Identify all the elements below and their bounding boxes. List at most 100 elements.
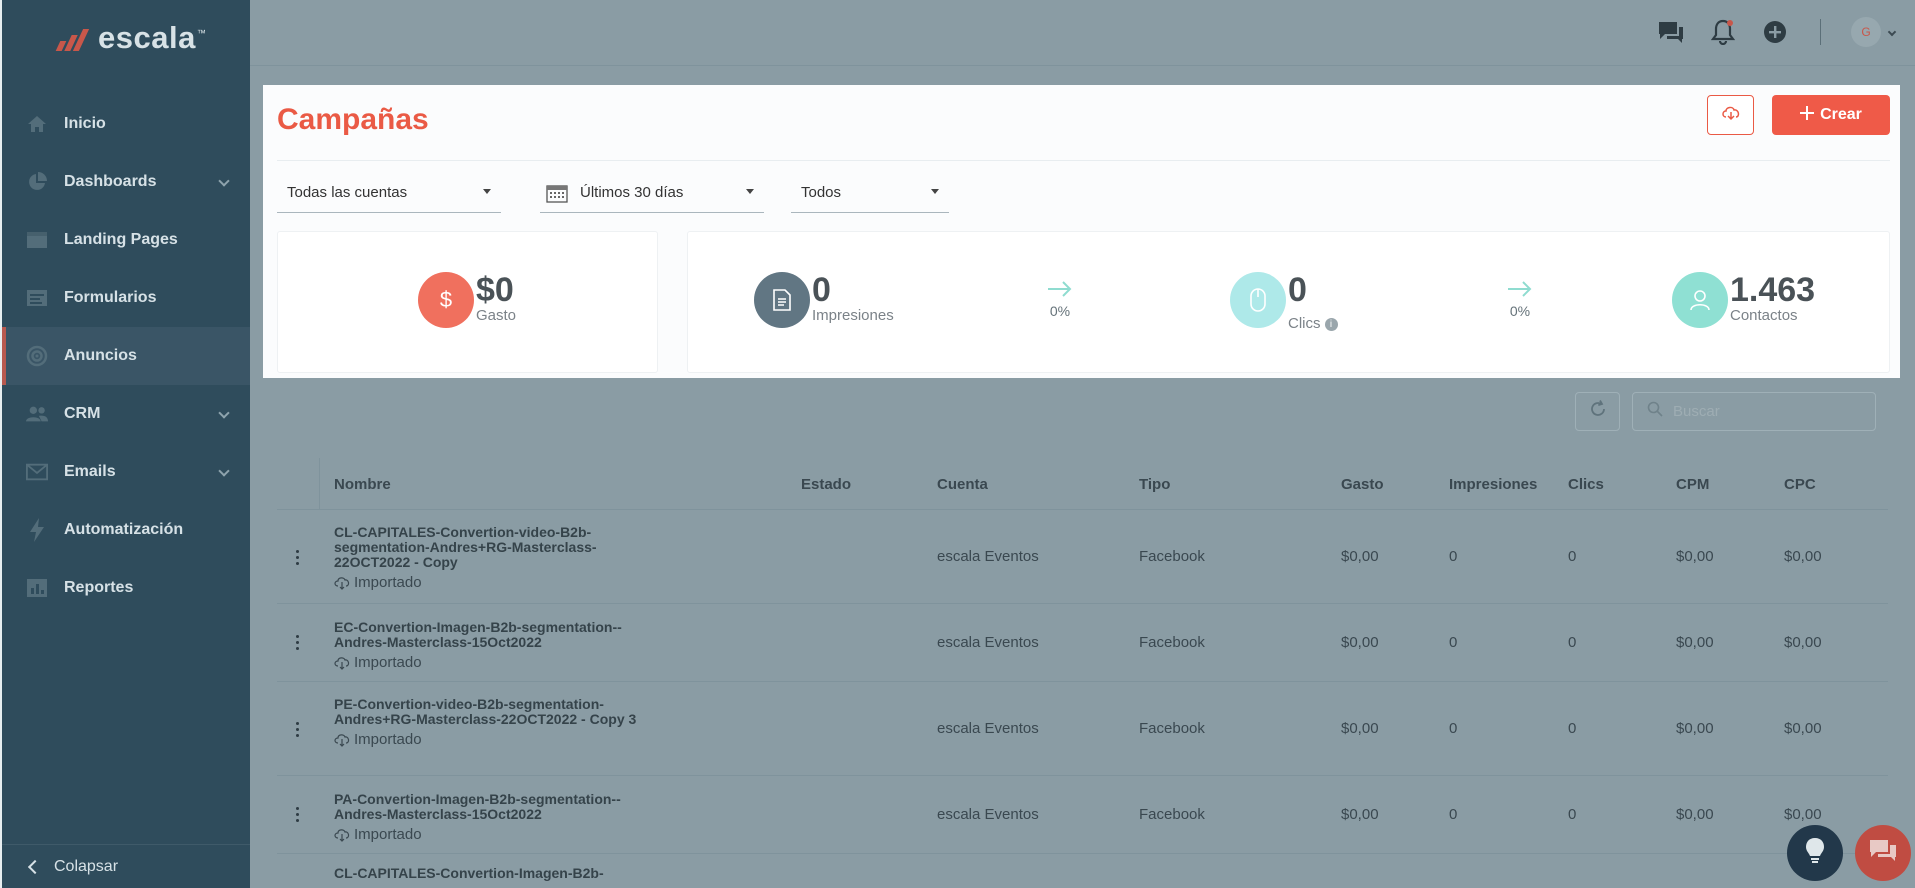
chat-icon[interactable] <box>1656 17 1686 47</box>
cell-cpc: $0,00 <box>1784 548 1822 565</box>
table-header: Nombre Estado Cuenta Tipo Gasto Impresio… <box>277 458 1888 510</box>
table-row[interactable]: PE-Convertion-video-B2b-segmentation-And… <box>277 682 1888 776</box>
cell-type: Facebook <box>1139 548 1205 565</box>
collapse-sidebar-button[interactable]: Colapsar <box>2 844 250 888</box>
top-header: G <box>250 0 1915 66</box>
clicks-label-text: Clics <box>1288 315 1321 332</box>
brand-logo[interactable]: escala ™ <box>54 20 206 56</box>
spend-stat: $ $0 Gasto <box>418 272 516 328</box>
row-menu-icon[interactable] <box>296 550 300 568</box>
cell-type: Facebook <box>1139 720 1205 737</box>
spend-value: $0 <box>476 271 514 309</box>
cell-spend: $0,00 <box>1341 548 1379 565</box>
column-header-spend[interactable]: Gasto <box>1341 476 1384 493</box>
cell-account: escala Eventos <box>937 548 1039 565</box>
column-header-account[interactable]: Cuenta <box>937 476 988 493</box>
mouse-icon <box>1230 272 1286 328</box>
cell-cpc: $0,00 <box>1784 634 1822 651</box>
campaign-name[interactable]: CL-CAPITALES-Convertion-Imagen-B2b- <box>334 866 654 881</box>
pie-chart-icon <box>26 172 48 192</box>
sidebar-item-crm[interactable]: CRM <box>2 385 250 443</box>
avatar-initial: G <box>1861 25 1871 39</box>
sidebar-item-landing-pages[interactable]: Landing Pages <box>2 211 250 269</box>
imported-label: Importado <box>354 826 422 843</box>
create-campaign-button[interactable]: Crear <box>1772 95 1890 135</box>
row-menu-icon[interactable] <box>296 635 300 653</box>
logo-mark-icon <box>54 23 94 53</box>
campaign-name[interactable]: PE-Convertion-video-B2b-segmentation-And… <box>334 697 654 748</box>
campaign-name[interactable]: PA-Convertion-Imagen-B2b-segmentation--A… <box>334 791 654 843</box>
caret-down-icon <box>483 189 491 194</box>
sidebar-item-formularios[interactable]: Formularios <box>2 269 250 327</box>
sidebar-item-anuncios[interactable]: Anuncios <box>2 327 250 385</box>
row-menu-icon[interactable] <box>296 722 300 740</box>
table-row[interactable]: EC-Convertion-Imagen-B2b-segmentation--A… <box>277 604 1888 682</box>
table-row[interactable]: PA-Convertion-Imagen-B2b-segmentation--A… <box>277 776 1888 854</box>
cell-clicks: 0 <box>1568 548 1577 565</box>
plus-circle-icon[interactable] <box>1760 17 1790 47</box>
status-filter-select[interactable]: Todos <box>791 173 949 213</box>
cell-spend: $0,00 <box>1341 634 1379 651</box>
table-row[interactable]: CL-CAPITALES-Convertion-video-B2b-segmen… <box>277 510 1888 604</box>
chevron-down-icon[interactable] <box>1887 27 1897 37</box>
cell-impressions: 0 <box>1449 720 1458 737</box>
cell-clicks: 0 <box>1568 634 1577 651</box>
column-header-cpm[interactable]: CPM <box>1676 476 1709 493</box>
imported-label: Importado <box>354 574 422 591</box>
home-icon <box>26 114 48 134</box>
document-icon <box>754 272 810 328</box>
chevron-down-icon <box>218 407 230 419</box>
clicks-to-contacts: 0% <box>1500 280 1540 319</box>
calendar-icon <box>546 183 568 203</box>
campaign-name[interactable]: CL-CAPITALES-Convertion-video-B2b-segmen… <box>334 524 654 591</box>
campaigns-table: Nombre Estado Cuenta Tipo Gasto Impresio… <box>277 458 1888 888</box>
cell-type: Facebook <box>1139 806 1205 823</box>
cloud-download-icon <box>334 656 350 670</box>
column-header-name[interactable]: Nombre <box>334 476 391 493</box>
search-input[interactable] <box>1673 403 1853 420</box>
avatar[interactable]: G <box>1851 17 1881 47</box>
page-title: Campañas <box>277 103 429 136</box>
table-row[interactable]: CL-CAPITALES-Convertion-Imagen-B2b- <box>277 854 1888 888</box>
imported-badge: Importado <box>334 575 654 590</box>
svg-text:$: $ <box>440 288 452 312</box>
imported-badge: Importado <box>334 655 654 670</box>
tips-button[interactable] <box>1787 825 1843 881</box>
refresh-icon <box>1588 399 1608 424</box>
sidebar-item-label: Dashboards <box>64 173 157 190</box>
campaign-name[interactable]: EC-Convertion-Imagen-B2b-segmentation--A… <box>334 620 654 671</box>
column-header-type[interactable]: Tipo <box>1139 476 1170 493</box>
column-header-clicks[interactable]: Clics <box>1568 476 1604 493</box>
clicks-value: 0 <box>1288 271 1307 309</box>
search-box <box>1632 392 1876 431</box>
row-menu-icon[interactable] <box>296 807 300 825</box>
live-chat-button[interactable] <box>1855 825 1911 881</box>
bell-icon[interactable] <box>1708 17 1738 47</box>
arrow-right-icon <box>1046 281 1074 302</box>
chat-bubbles-icon <box>1868 838 1898 869</box>
impressions-to-clicks-rate: 0% <box>1049 303 1071 319</box>
sidebar-item-emails[interactable]: Emails <box>2 443 250 501</box>
date-range-select[interactable]: Últimos 30 días <box>540 173 764 213</box>
cell-impressions: 0 <box>1449 806 1458 823</box>
column-header-impressions[interactable]: Impresiones <box>1449 476 1537 493</box>
sidebar-item-label: Emails <box>64 463 116 480</box>
campaign-name-text: PA-Convertion-Imagen-B2b-segmentation--A… <box>334 791 621 822</box>
campaign-name-text: CL-CAPITALES-Convertion-video-B2b-segmen… <box>334 524 597 570</box>
account-filter-select[interactable]: Todas las cuentas <box>277 173 501 213</box>
sidebar-item-dashboards[interactable]: Dashboards <box>2 153 250 211</box>
brand-tm: ™ <box>196 28 206 38</box>
refresh-button[interactable] <box>1575 392 1620 431</box>
column-header-status[interactable]: Estado <box>801 476 851 493</box>
sidebar-item-automatizacion[interactable]: Automatización <box>2 501 250 559</box>
export-button[interactable] <box>1707 95 1754 135</box>
column-header-cpc[interactable]: CPC <box>1784 476 1816 493</box>
funnel-card: 0 Impresiones 0% 0 Clics i 0% 1.463 Cont… <box>687 231 1890 373</box>
impressions-to-clicks: 0% <box>1040 280 1080 319</box>
info-icon[interactable]: i <box>1324 317 1338 331</box>
header-actions: G <box>1656 17 1897 47</box>
sidebar-item-inicio[interactable]: Inicio <box>2 95 250 153</box>
impressions-label: Impresiones <box>812 307 894 324</box>
user-icon <box>1672 272 1728 328</box>
sidebar-item-reportes[interactable]: Reportes <box>2 559 250 617</box>
